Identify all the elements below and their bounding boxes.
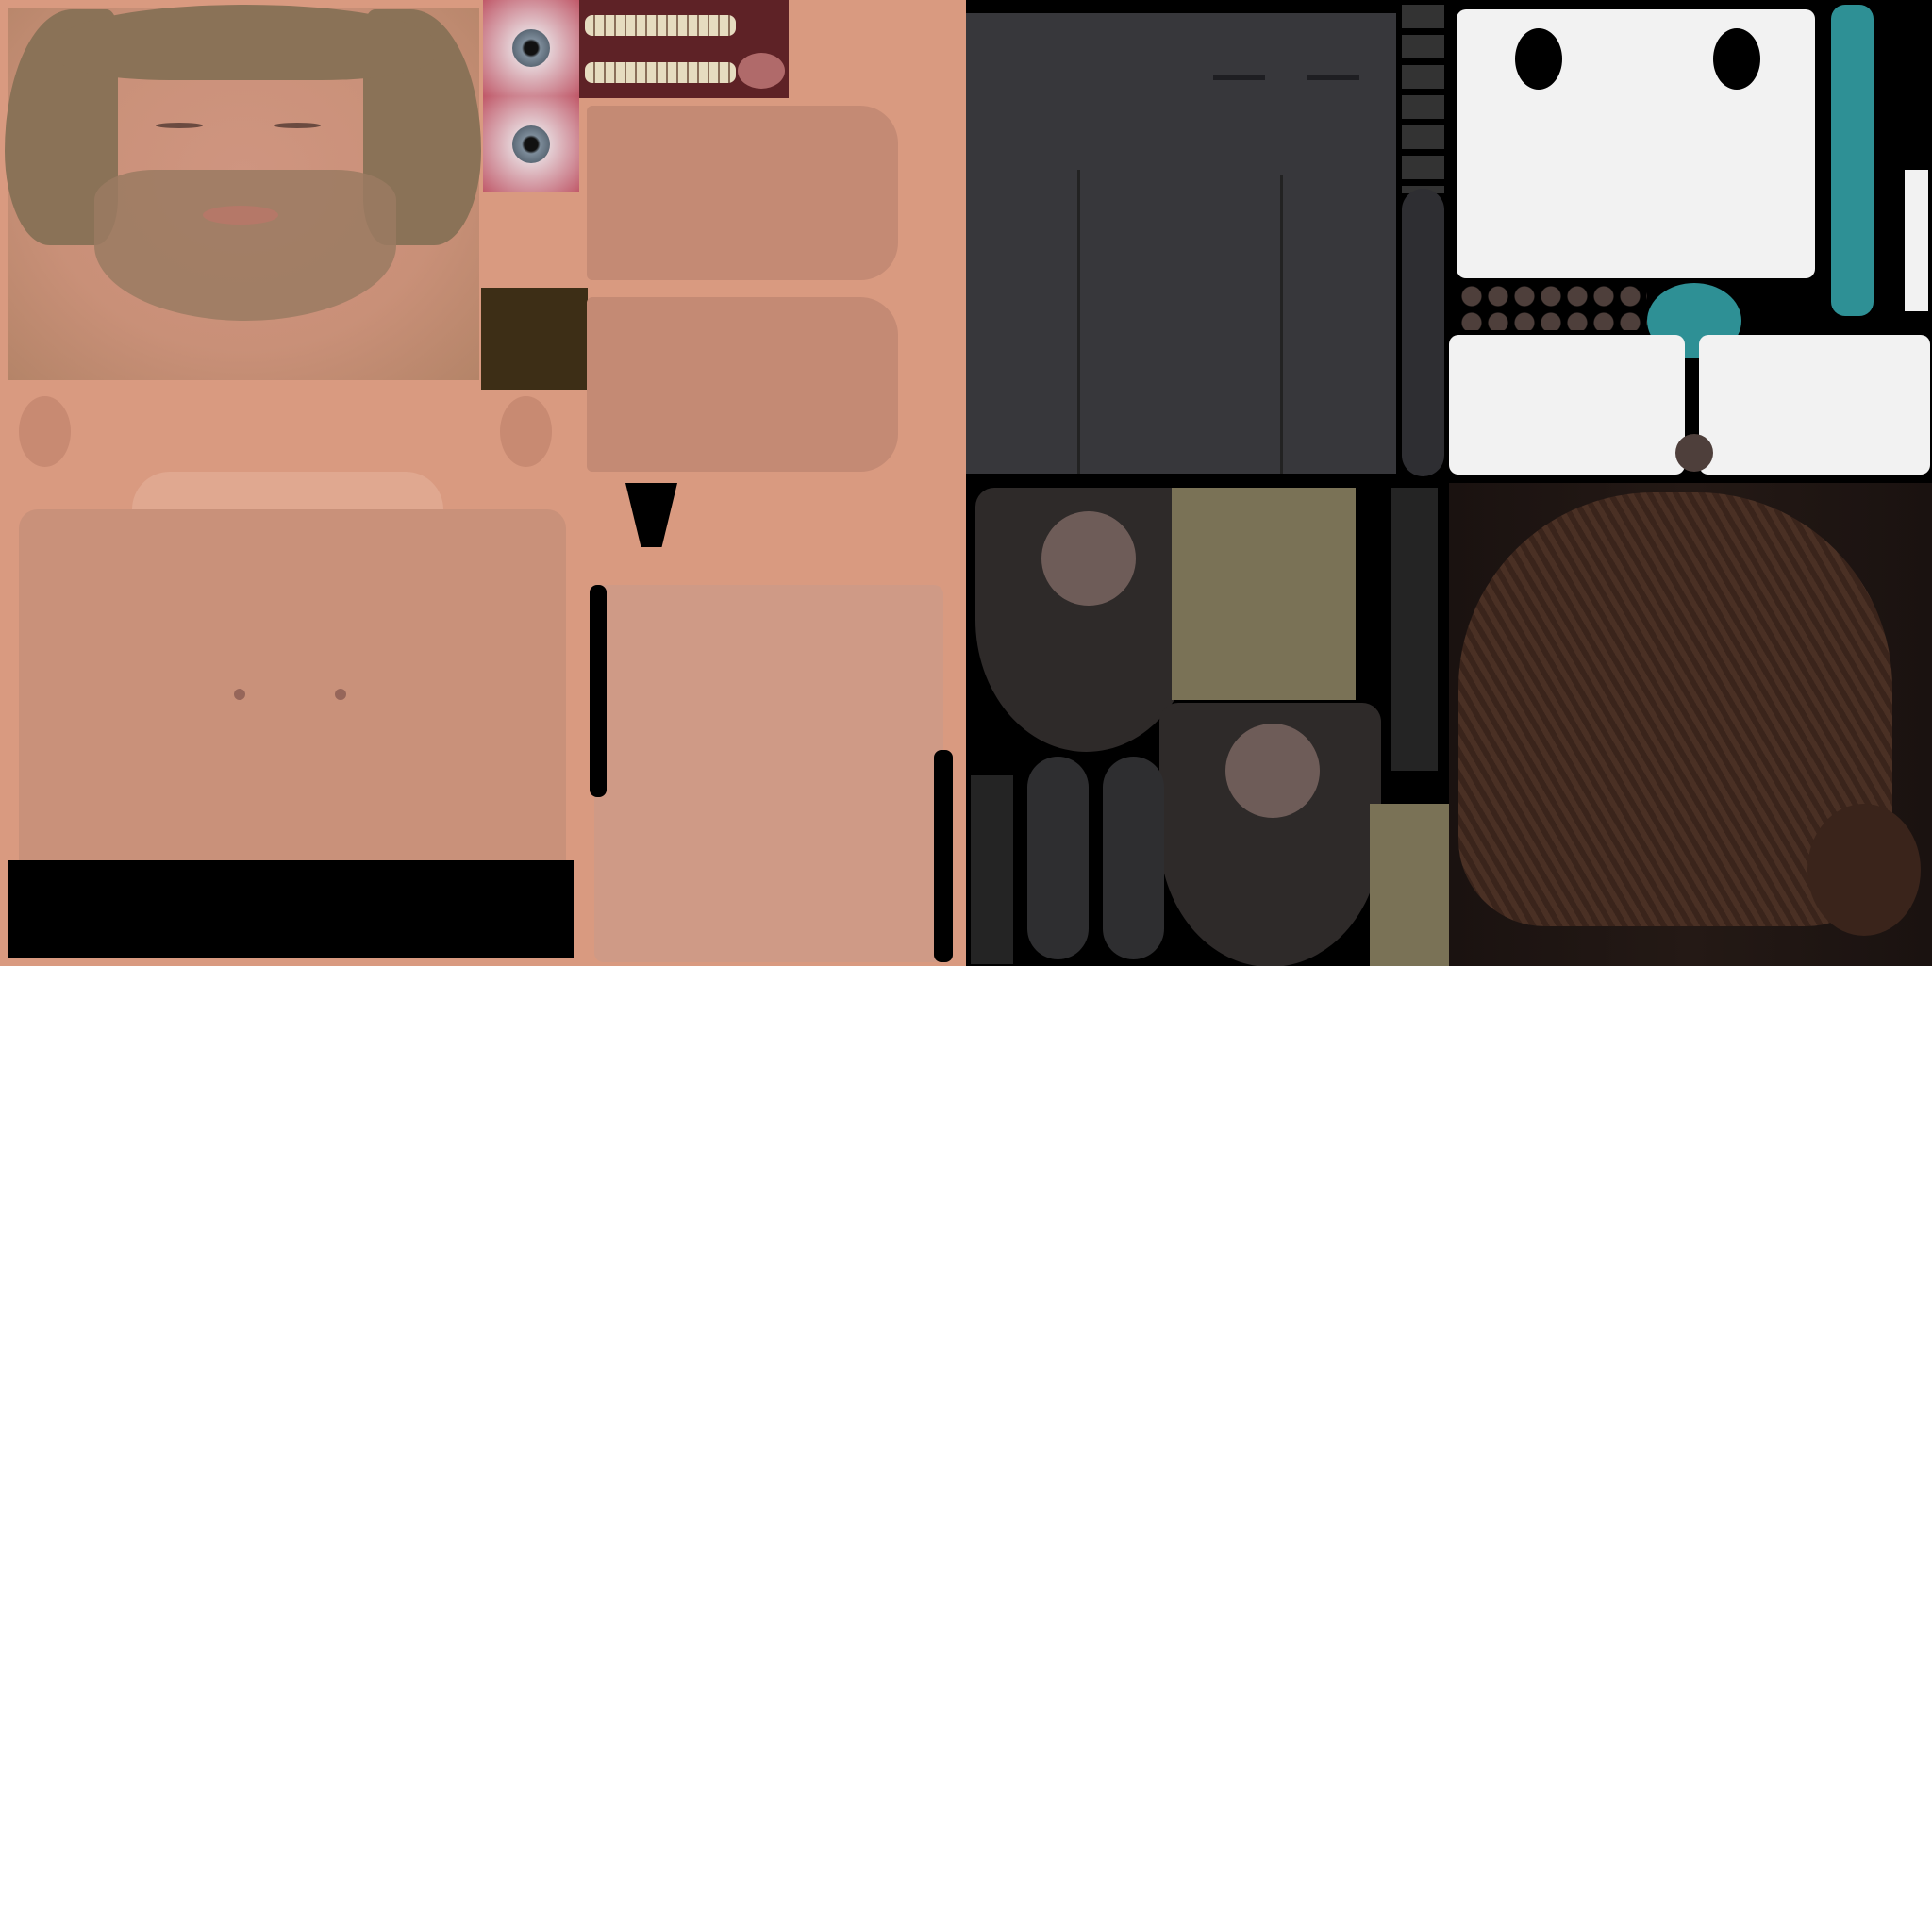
pants-seam-right xyxy=(1280,175,1283,474)
tongue xyxy=(738,53,785,89)
pants-texture xyxy=(966,0,1449,483)
pocket-right xyxy=(1307,75,1359,80)
eye-right-closed xyxy=(274,123,321,128)
arm-lower xyxy=(587,297,898,472)
eyebrow-patch xyxy=(481,288,588,390)
ear-right xyxy=(500,396,552,467)
khaki-pieces-2 xyxy=(1370,804,1449,966)
armhole-right xyxy=(1713,28,1760,90)
shirt-strip xyxy=(1905,170,1928,311)
belt-loops-strip xyxy=(1402,5,1444,193)
button-row xyxy=(1458,283,1647,330)
hair-tuft xyxy=(1807,804,1921,936)
armhole-left xyxy=(1515,28,1562,90)
upper-teeth xyxy=(585,15,736,36)
shirt-sleeve-left xyxy=(1449,335,1685,475)
iris-icon xyxy=(512,29,550,67)
shirt-back xyxy=(1457,9,1815,278)
arm-upper xyxy=(587,106,898,280)
black-shape xyxy=(625,483,677,547)
nipple-left xyxy=(234,689,245,700)
pants-pieces xyxy=(1402,189,1444,476)
chest xyxy=(19,509,566,887)
pants-seam-left xyxy=(1077,170,1080,474)
shirt-texture xyxy=(1449,0,1932,483)
pants-panel xyxy=(966,13,1396,474)
ear-left xyxy=(19,396,71,467)
shoe-strip-2 xyxy=(1391,488,1438,771)
shoes-texture xyxy=(966,483,1449,966)
pocket-left xyxy=(1213,75,1265,80)
black-strip-2 xyxy=(934,750,953,962)
sole-right xyxy=(1103,757,1164,959)
hair-top xyxy=(57,5,434,80)
mouth xyxy=(203,206,278,225)
skin-texture xyxy=(0,0,966,966)
nipple-right xyxy=(335,689,346,700)
button-large xyxy=(1675,434,1713,472)
lower-teeth xyxy=(585,62,736,83)
eye-left-closed xyxy=(156,123,203,128)
shirt-sleeve-right xyxy=(1699,335,1930,475)
shoe-leather-left xyxy=(1041,511,1136,606)
beard xyxy=(94,170,396,321)
hair-texture xyxy=(1449,483,1932,966)
khaki-pieces xyxy=(1172,488,1356,700)
texture-atlas xyxy=(0,0,1932,966)
sole-left xyxy=(1027,757,1089,959)
teal-collar xyxy=(1831,5,1874,316)
shoe-leather-right xyxy=(1225,724,1320,818)
black-strip-1 xyxy=(590,585,607,797)
shoe-strip xyxy=(971,775,1013,964)
underwear-patch xyxy=(8,860,574,958)
legs xyxy=(594,585,943,962)
iris-icon xyxy=(512,125,550,163)
